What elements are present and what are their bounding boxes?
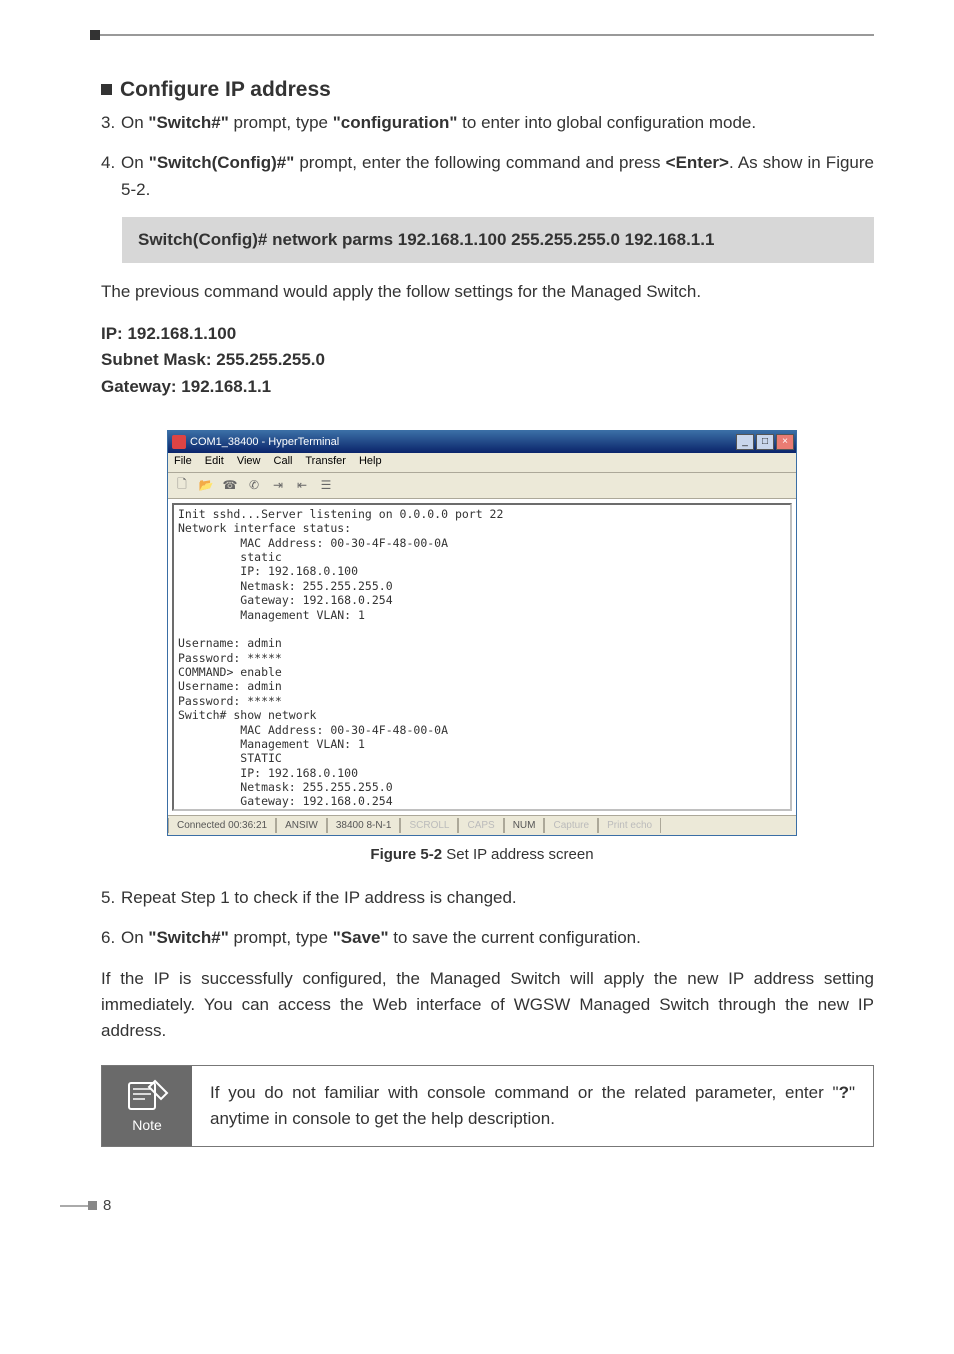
status-printecho: Print echo <box>598 818 661 833</box>
window-titlebar: COM1_38400 - HyperTerminal _ □ × <box>168 431 796 453</box>
caption-bold: Figure 5-2 <box>370 846 442 863</box>
header-rule <box>90 30 874 50</box>
header-line <box>100 34 874 36</box>
receive-icon[interactable]: ⇤ <box>292 475 312 495</box>
step-6-text-b: prompt, type <box>229 928 333 947</box>
step-3-text-b: prompt, type <box>229 113 333 132</box>
step-4: 4. On "Switch(Config)#" prompt, enter th… <box>101 150 874 203</box>
footer-line-left <box>60 1205 88 1207</box>
note-box: Note If you do not familiar with console… <box>101 1065 874 1148</box>
step-4-text-b: prompt, enter the following command and … <box>294 153 665 172</box>
body-paragraph-2: If the IP is successfully configured, th… <box>101 966 874 1045</box>
step-6-text-c: to save the current configuration. <box>389 928 641 947</box>
section-heading: Configure IP address <box>101 78 874 102</box>
step-4-number: 4. <box>101 150 115 176</box>
close-button[interactable]: × <box>776 434 794 450</box>
window-title: COM1_38400 - HyperTerminal <box>190 436 734 448</box>
body-paragraph-1: The previous command would apply the fol… <box>101 279 874 305</box>
step-6-text-a: On <box>121 928 148 947</box>
footer: 8 <box>30 1197 874 1214</box>
step-3: 3. On "Switch#" prompt, type "configurat… <box>101 110 874 136</box>
step-4-text-a: On <box>121 153 149 172</box>
hyperterminal-window: COM1_38400 - HyperTerminal _ □ × File Ed… <box>167 430 797 836</box>
step-5-text: Repeat Step 1 to check if the IP address… <box>121 888 517 907</box>
terminal-area: Init sshd...Server listening on 0.0.0.0 … <box>168 499 796 815</box>
step-6: 6. On "Switch#" prompt, type "Save" to s… <box>101 925 874 951</box>
open-icon[interactable]: 📂 <box>196 475 216 495</box>
note-label: Note <box>132 1117 162 1133</box>
note-text-a: If you do not familiar with console comm… <box>210 1083 839 1102</box>
minimize-button[interactable]: _ <box>736 434 754 450</box>
status-capture: Capture <box>544 818 598 833</box>
menu-file[interactable]: File <box>174 455 192 467</box>
step-5-number: 5. <box>101 885 115 911</box>
status-caps: CAPS <box>458 818 503 833</box>
step-4-bold-b: <Enter> <box>666 153 729 172</box>
page-number: 8 <box>103 1197 117 1214</box>
menu-call[interactable]: Call <box>274 455 293 467</box>
status-bar: Connected 00:36:21 ANSIW 38400 8-N-1 SCR… <box>168 815 796 835</box>
step-3-number: 3. <box>101 110 115 136</box>
new-icon[interactable]: 🗋 <box>172 475 192 495</box>
disconnect-icon[interactable]: ✆ <box>244 475 264 495</box>
maximize-button[interactable]: □ <box>756 434 774 450</box>
step-3-bold-b: "configuration" <box>333 113 458 132</box>
toolbar: 🗋 📂 ☎ ✆ ⇥ ⇤ ☰ <box>168 473 796 499</box>
properties-icon[interactable]: ☰ <box>316 475 336 495</box>
caption-rest: Set IP address screen <box>442 846 593 863</box>
settings-summary: IP: 192.168.1.100 Subnet Mask: 255.255.2… <box>101 321 874 400</box>
status-baud: 38400 8-N-1 <box>327 818 401 833</box>
step-3-text-a: On <box>121 113 148 132</box>
ip-line: IP: 192.168.1.100 <box>101 321 874 347</box>
note-icon <box>125 1079 169 1113</box>
bullet-square-icon <box>101 84 112 95</box>
figure-caption: Figure 5-2 Set IP address screen <box>90 846 874 863</box>
note-label-area: Note <box>102 1066 192 1147</box>
step-6-number: 6. <box>101 925 115 951</box>
app-icon <box>172 435 186 449</box>
status-num: NUM <box>504 818 545 833</box>
menu-help[interactable]: Help <box>359 455 382 467</box>
send-icon[interactable]: ⇥ <box>268 475 288 495</box>
menu-view[interactable]: View <box>237 455 261 467</box>
note-text: If you do not familiar with console comm… <box>192 1066 873 1147</box>
step-3-text-c: to enter into global configuration mode. <box>457 113 756 132</box>
step-3-bold-a: "Switch#" <box>148 113 228 132</box>
terminal-output: Init sshd...Server listening on 0.0.0.0 … <box>172 503 792 811</box>
menu-bar: File Edit View Call Transfer Help <box>168 453 796 473</box>
header-square-marker <box>90 30 100 40</box>
command-box: Switch(Config)# network parms 192.168.1.… <box>122 217 874 263</box>
command-text: Switch(Config)# network parms 192.168.1.… <box>138 230 714 249</box>
note-bold: ? <box>839 1083 849 1102</box>
mask-line: Subnet Mask: 255.255.255.0 <box>101 347 874 373</box>
gateway-line: Gateway: 192.168.1.1 <box>101 374 874 400</box>
status-emulation: ANSIW <box>276 818 327 833</box>
footer-square-marker <box>88 1201 97 1210</box>
step-4-bold-a: "Switch(Config)#" <box>149 153 295 172</box>
status-scroll: SCROLL <box>400 818 458 833</box>
status-connected: Connected 00:36:21 <box>168 818 276 833</box>
step-6-bold-b: "Save" <box>333 928 389 947</box>
connect-icon[interactable]: ☎ <box>220 475 240 495</box>
menu-transfer[interactable]: Transfer <box>305 455 346 467</box>
step-6-bold-a: "Switch#" <box>148 928 228 947</box>
section-title: Configure IP address <box>120 78 331 101</box>
menu-edit[interactable]: Edit <box>205 455 224 467</box>
step-5: 5. Repeat Step 1 to check if the IP addr… <box>101 885 874 911</box>
